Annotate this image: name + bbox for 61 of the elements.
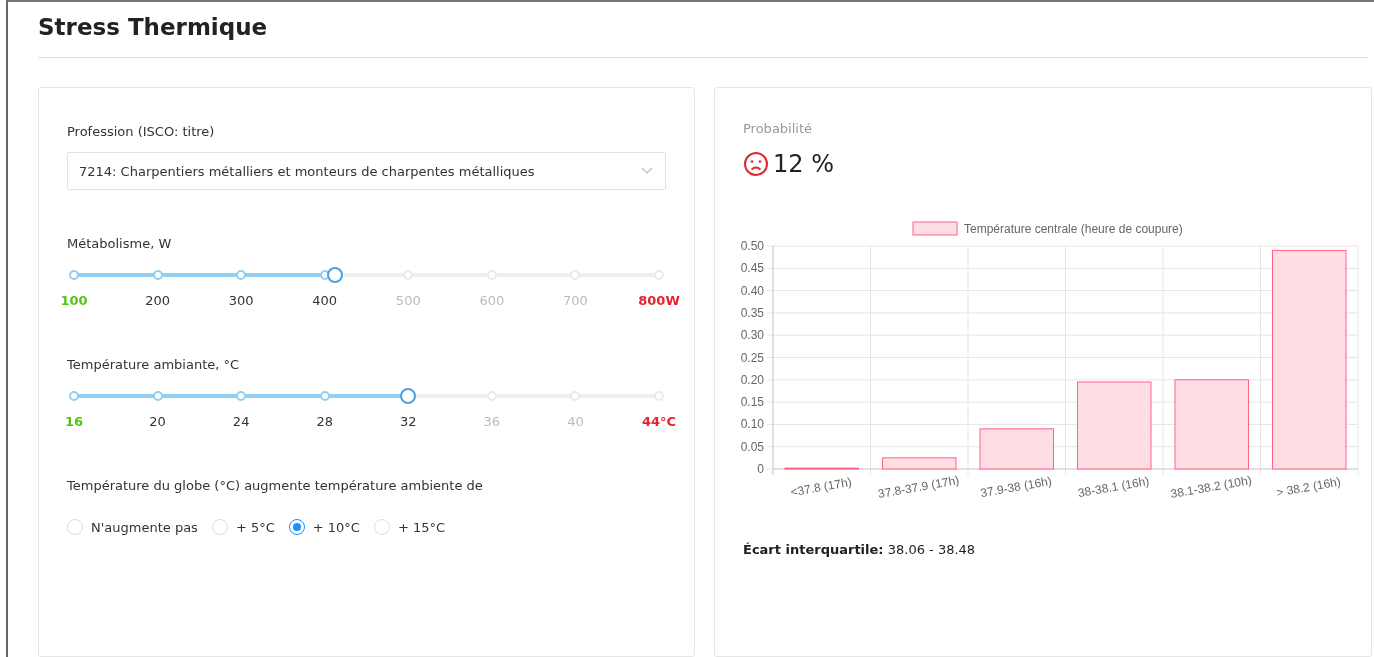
axis-category-label: 37.8-37.9 (17h) bbox=[876, 473, 961, 502]
slider-thumb[interactable] bbox=[400, 388, 417, 404]
tick-dot bbox=[69, 270, 79, 280]
field-label: Profession (ISCO: titre) bbox=[67, 124, 215, 139]
result-caption: Probabilité bbox=[743, 121, 813, 136]
axis-tick-label: 0.10 bbox=[740, 417, 764, 432]
axis-category-label: <37.8 (17h) bbox=[789, 474, 853, 500]
profession-select[interactable]: 7214: Charpentiers métalliers et monteurs de charpentes métalliques bbox=[67, 152, 666, 190]
axis-category-label: 38.1-38.2 (10h) bbox=[1169, 473, 1253, 502]
tick-label: 28 bbox=[316, 414, 333, 429]
axis-tick-label: 0.30 bbox=[740, 328, 764, 343]
tick-dot bbox=[236, 391, 247, 401]
axis-tick-label: 0.40 bbox=[740, 283, 764, 298]
tick-label: 40 bbox=[567, 414, 584, 429]
tick-dot bbox=[319, 391, 330, 401]
tick-label: 100 bbox=[60, 293, 88, 308]
radio-option[interactable]: + 5°C bbox=[211, 519, 275, 535]
tick-label: 500 bbox=[395, 293, 421, 308]
chevron-down-icon bbox=[641, 167, 653, 175]
slider[interactable] bbox=[67, 388, 666, 404]
axis-tick-label: 0.15 bbox=[740, 395, 764, 410]
tick-dot bbox=[236, 270, 247, 280]
interquartile-range: Écart interquartile: 38.06 - 38.48 bbox=[743, 542, 976, 557]
radio-option[interactable]: N'augmente pas bbox=[67, 519, 198, 535]
radio-option[interactable]: + 15°C bbox=[373, 519, 446, 535]
slider-thumb[interactable] bbox=[326, 267, 343, 283]
tick-dot bbox=[152, 270, 163, 280]
tick-label: 600 bbox=[479, 293, 505, 308]
axis-category-label: > 38.2 (16h) bbox=[1275, 474, 1342, 500]
probability-value: 12 % bbox=[773, 150, 834, 178]
axis-tick-label: 0.20 bbox=[740, 372, 764, 387]
slider-label: Température ambiante, °C bbox=[67, 357, 240, 372]
legend-label: Température centrale (heure de coupure) bbox=[964, 222, 1183, 236]
tick-label: 36 bbox=[483, 414, 501, 429]
axis-tick-label: 0.35 bbox=[740, 305, 764, 320]
tick-label: 24 bbox=[232, 414, 250, 429]
tick-label: 400 bbox=[312, 293, 338, 308]
axis-category-label: 38-38.1 (16h) bbox=[1076, 473, 1151, 501]
tick-label: 32 bbox=[400, 414, 417, 429]
tick-label: 20 bbox=[149, 414, 166, 429]
page-title: Stress Thermique bbox=[38, 14, 1368, 58]
tick-dot bbox=[152, 391, 163, 401]
chart-legend[interactable]: Température centrale (heure de coupure) bbox=[912, 221, 1183, 236]
tick-label: 200 bbox=[145, 293, 170, 308]
axis-tick-label: 0.25 bbox=[740, 350, 764, 365]
axis-tick-label: 0.50 bbox=[740, 239, 764, 253]
axis-tick-label: 0 bbox=[757, 462, 764, 476]
tick-label: 16 bbox=[64, 414, 84, 429]
tick-label: 800W bbox=[638, 293, 680, 308]
axis-category-label: 37.9-38 (16h) bbox=[979, 473, 1053, 501]
slider-label: Métabolisme, W bbox=[67, 236, 172, 251]
tick-label: 44°C bbox=[641, 414, 677, 429]
axis-tick-label: 0.05 bbox=[740, 439, 764, 454]
tick-label: 300 bbox=[228, 293, 254, 308]
tick-dot bbox=[69, 391, 79, 401]
field-label: Température du globe (°C) augmente température ambiente de bbox=[67, 478, 483, 493]
slider[interactable] bbox=[67, 267, 666, 283]
sad-face-icon bbox=[743, 151, 769, 177]
axis-tick-label: 0.45 bbox=[740, 261, 764, 276]
radio-option[interactable]: + 10°C bbox=[288, 519, 360, 535]
tick-label: 700 bbox=[563, 293, 588, 308]
